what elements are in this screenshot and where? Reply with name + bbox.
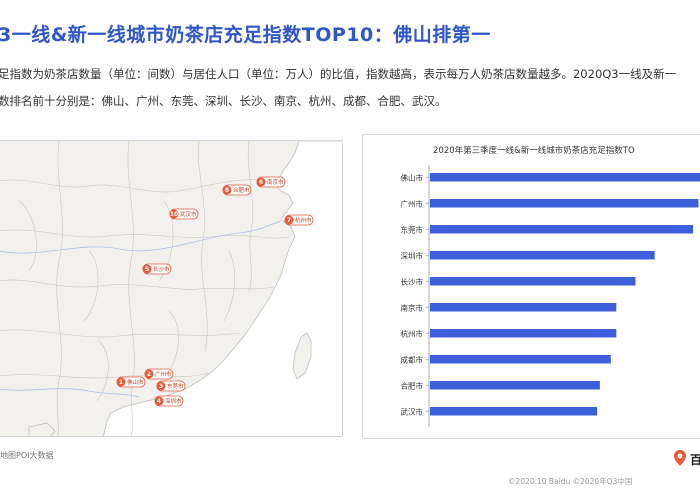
- bar: [430, 277, 636, 286]
- description-line-2: 数排名前十分别是：佛山、广州、东莞、深圳、长沙、南京、杭州、成都、合肥、武汉。: [0, 94, 447, 108]
- marker-city-label: 武汉市: [180, 210, 197, 218]
- category-label: 东莞市: [401, 225, 424, 235]
- marker-city-label: 合肥市: [233, 186, 250, 194]
- brand-logo-text: 百: [690, 453, 700, 467]
- bar: [430, 355, 611, 364]
- page-title: 3一线&新一线城市奶茶店充足指数TOP10：佛山排第一: [0, 24, 491, 46]
- marker-rank: 1: [119, 379, 123, 386]
- city-marker: 3 东莞市: [156, 380, 186, 392]
- city-marker: 8 合肥市: [222, 184, 252, 196]
- category-label: 长沙市: [401, 277, 424, 287]
- city-marker: 7 杭州市: [284, 214, 314, 226]
- bar: [430, 199, 699, 208]
- bar: [430, 407, 598, 416]
- city-marker: 6 南京市: [256, 176, 286, 188]
- bar: [430, 303, 617, 312]
- category-label: 佛山市: [401, 173, 424, 183]
- marker-city-label: 东莞市: [167, 382, 184, 390]
- marker-rank: 6: [259, 179, 263, 186]
- marker-city-label: 长沙市: [153, 265, 170, 273]
- category-label: 武汉市: [401, 407, 424, 417]
- chart-title: 2020年第三季度一线&新一线城市奶茶店充足指数TO: [433, 145, 635, 156]
- bar: [430, 381, 600, 390]
- marker-city-label: 佛山市: [127, 378, 144, 386]
- category-label: 广州市: [401, 199, 424, 209]
- category-label: 深圳市: [401, 251, 424, 261]
- marker-rank: 3: [159, 383, 163, 390]
- marker-rank: 10: [170, 211, 178, 218]
- bar-chart-panel: 2020年第三季度一线&新一线城市奶茶店充足指数TO 佛山市广州市东莞市深圳市长…: [362, 134, 700, 439]
- bar-chart: 2020年第三季度一线&新一线城市奶茶店充足指数TO 佛山市广州市东莞市深圳市长…: [401, 145, 700, 427]
- bar: [430, 225, 694, 234]
- city-marker: 4 深圳市: [154, 395, 184, 407]
- bar: [430, 329, 617, 338]
- city-marker: 10 武汉市: [169, 208, 199, 220]
- city-marker: 1 佛山市: [116, 376, 146, 388]
- china-map-panel: 1 佛山市 2 广州市 3 东莞市 4 深圳市 5 长沙市 6 南京市 7 杭州市 8 合肥市 10 武汉市: [0, 140, 343, 437]
- marker-rank: 4: [157, 398, 161, 405]
- category-label: 成都市: [401, 355, 424, 365]
- bar: [430, 173, 700, 182]
- marker-rank: 5: [145, 266, 149, 273]
- category-label: 合肥市: [401, 381, 424, 391]
- marker-city-label: 杭州市: [295, 216, 312, 224]
- city-marker: 5 长沙市: [142, 263, 172, 275]
- marker-city-label: 广州市: [155, 370, 172, 378]
- description-line-1: 足指数为奶茶店数量（单位：间数）与居住人口（单位：万人）的比值，指数越高，表示每…: [0, 67, 677, 81]
- marker-city-label: 深圳市: [165, 397, 182, 405]
- city-markers: 1 佛山市2 广州市 3 东莞市 4 深圳市 5 长沙市 6 南京市 7 杭州市 8 合肥市 10 武汉市: [116, 176, 314, 407]
- data-source: 地图POI大数据: [0, 451, 54, 460]
- marker-rank: 8: [225, 187, 229, 194]
- bar: [430, 251, 655, 260]
- category-label: 南京市: [401, 303, 424, 313]
- bars-group: 佛山市广州市东莞市深圳市长沙市南京市杭州市成都市合肥市武汉市: [401, 173, 700, 417]
- marker-rank: 7: [287, 217, 291, 224]
- marker-rank: 2: [147, 371, 151, 378]
- marker-city-label: 南京市: [267, 178, 284, 186]
- city-marker: 2 广州市: [144, 368, 174, 380]
- category-label: 杭州市: [401, 329, 424, 339]
- copyright: ©2020.10 Baidu ©2020年Q3中国: [508, 477, 633, 486]
